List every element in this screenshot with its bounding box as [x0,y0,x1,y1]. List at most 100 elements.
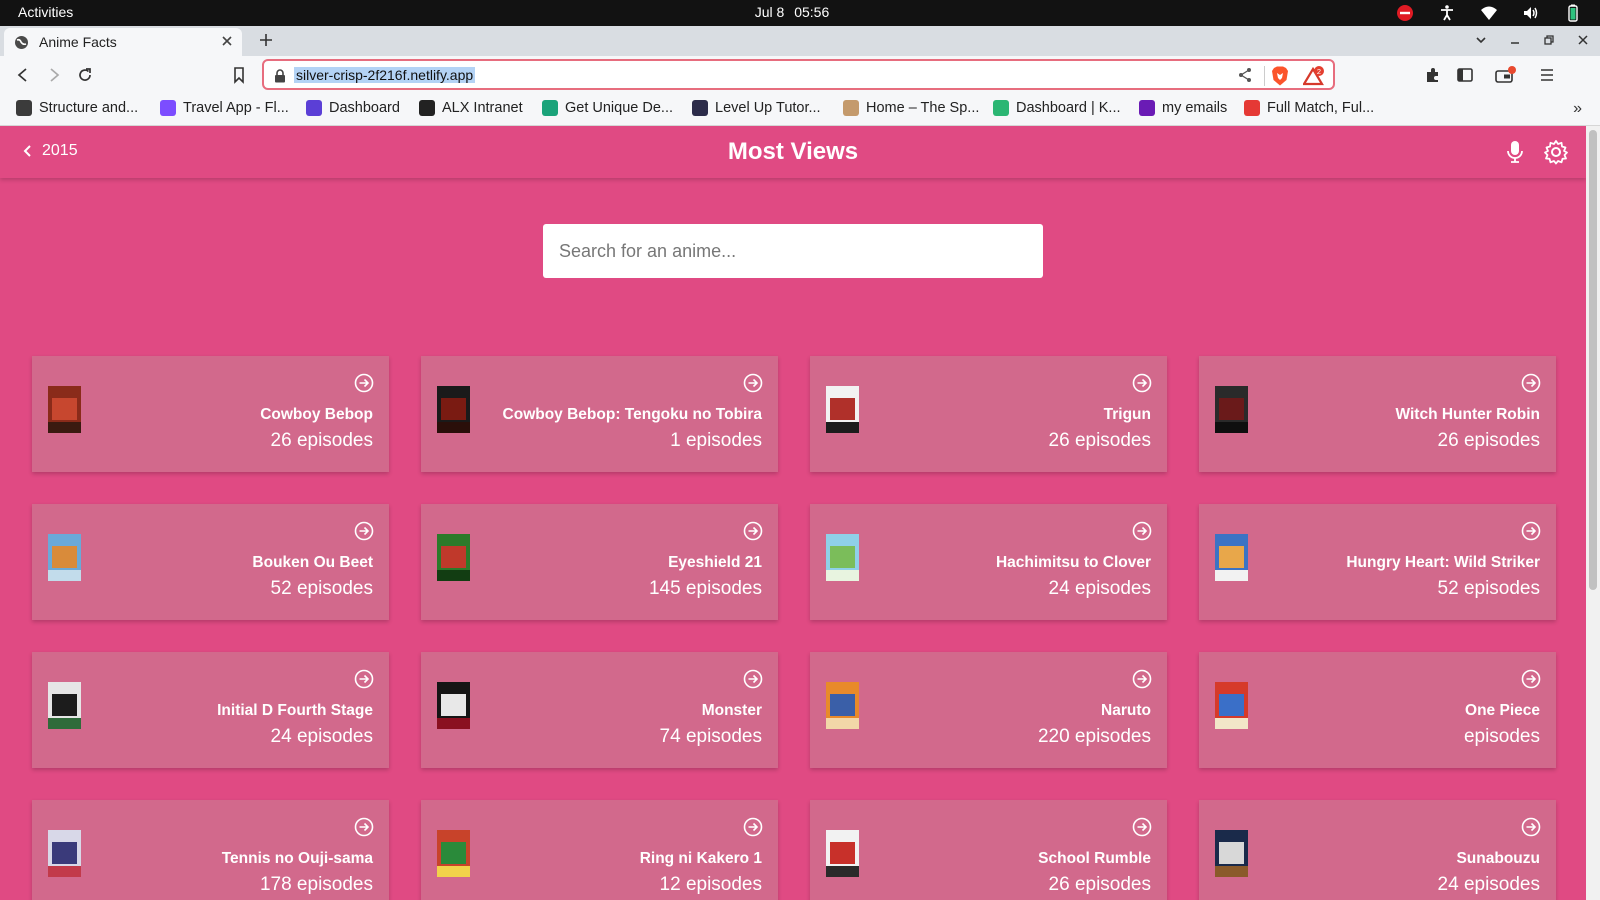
episode-count: 178 episodes [259,874,373,895]
share-icon[interactable] [1237,67,1253,83]
arrow-circle-right-icon[interactable] [1521,521,1541,541]
episode-count: 24 episodes [270,726,373,747]
bookmark-favicon-icon [843,100,859,116]
bookmark-item[interactable]: Level Up Tutor... [692,100,821,116]
minimize-icon[interactable] [1508,33,1522,47]
bookmark-item[interactable]: Full Match, Ful... [1244,100,1374,116]
sidebar-icon[interactable] [1456,66,1474,84]
bookmark-item[interactable]: my emails [1139,100,1227,116]
battery-icon[interactable] [1564,4,1582,22]
accessibility-icon[interactable] [1438,4,1456,22]
anime-card[interactable]: Hachimitsu to Clover 24 episodes [810,504,1167,620]
arrow-circle-right-icon[interactable] [354,521,374,541]
anime-card[interactable]: Monster 74 episodes [421,652,778,768]
anime-title: Sunabouzu [1456,850,1540,867]
brave-rewards-icon[interactable]: 2 [1303,66,1325,86]
anime-card[interactable]: Naruto 220 episodes [810,652,1167,768]
anime-card[interactable]: Bouken Ou Beet 52 episodes [32,504,389,620]
anime-cover-image [826,386,859,433]
do-not-disturb-icon[interactable] [1396,4,1414,22]
bookmark-item[interactable]: Get Unique De... [542,100,673,116]
anime-card[interactable]: One Piece episodes [1199,652,1556,768]
anime-card[interactable]: Cowboy Bebop 26 episodes [32,356,389,472]
arrow-circle-right-icon[interactable] [354,669,374,689]
bookmark-label: Get Unique De... [565,100,673,116]
anime-title: Hachimitsu to Clover [995,554,1151,571]
system-tray[interactable] [1396,4,1582,22]
lock-icon[interactable] [274,69,286,83]
anime-card[interactable]: Sunabouzu 24 episodes [1199,800,1556,900]
arrow-circle-right-icon[interactable] [1132,817,1152,837]
bookmark-label: Full Match, Ful... [1267,100,1375,116]
volume-icon[interactable] [1522,4,1540,22]
bookmark-item[interactable]: ALX Intranet [419,100,523,116]
close-window-icon[interactable] [1576,33,1590,47]
more-bookmarks-chevron[interactable]: » [1573,100,1582,118]
arrow-circle-right-icon[interactable] [1521,669,1541,689]
tab-strip: Anime Facts [0,26,1600,56]
anime-title: Naruto [1101,702,1151,719]
bookmark-item[interactable]: Dashboard [306,100,400,116]
anime-title: Tennis no Ouji-sama [221,850,373,867]
bookmark-icon[interactable] [230,66,248,84]
anime-card[interactable]: School Rumble 26 episodes [810,800,1167,900]
episode-count: 24 episodes [1437,874,1540,895]
arrow-circle-right-icon[interactable] [1521,373,1541,393]
tab-list-chevron-icon[interactable] [1474,33,1488,47]
restore-icon[interactable] [1542,33,1556,47]
arrow-circle-right-icon[interactable] [743,817,763,837]
bookmark-item[interactable]: Dashboard | K... [993,100,1121,116]
episode-count: 26 episodes [1437,430,1540,451]
gear-icon[interactable] [1543,139,1569,165]
anime-cover-image [48,830,81,877]
episode-count: 26 episodes [1048,430,1151,451]
brave-shields-icon[interactable] [1271,66,1289,86]
new-tab-icon[interactable] [258,32,274,48]
address-bar[interactable]: silver-crisp-2f216f.netlify.app 2 [262,59,1335,90]
arrow-circle-right-icon[interactable] [743,521,763,541]
reload-icon[interactable] [76,66,94,84]
microphone-icon[interactable] [1506,140,1524,164]
back-arrow-icon[interactable] [14,66,32,84]
anime-cover-image [1215,682,1248,729]
web-page: 2015 Most Views Cowboy Bebop26 episodesC… [0,126,1586,900]
anime-card[interactable]: Ring ni Kakero 1 12 episodes [421,800,778,900]
arrow-circle-right-icon[interactable] [1521,817,1541,837]
arrow-circle-right-icon[interactable] [1132,521,1152,541]
anime-cover-image [48,682,81,729]
url-text[interactable]: silver-crisp-2f216f.netlify.app [294,67,476,83]
clock[interactable]: Jul 8 05:56 [0,4,1584,20]
wifi-icon[interactable] [1480,4,1498,22]
brave-wallet-icon[interactable] [1495,66,1517,84]
arrow-circle-right-icon[interactable] [354,817,374,837]
arrow-circle-right-icon[interactable] [354,373,374,393]
page-title: Most Views [727,138,859,165]
extensions-puzzle-icon[interactable] [1424,66,1442,84]
page-scrollbar[interactable] [1586,126,1600,900]
browser-toolbar: silver-crisp-2f216f.netlify.app 2 [0,56,1600,94]
anime-card[interactable]: Trigun 26 episodes [810,356,1167,472]
arrow-circle-right-icon[interactable] [743,669,763,689]
bookmark-item[interactable]: Structure and... [16,100,138,116]
arrow-circle-right-icon[interactable] [1132,373,1152,393]
bookmark-label: my emails [1162,100,1228,116]
search-input[interactable] [543,224,1043,278]
tab-anime-facts[interactable]: Anime Facts [4,28,242,56]
anime-card[interactable]: Witch Hunter Robin 26 episodes [1199,356,1556,472]
scrollbar-thumb[interactable] [1589,130,1597,590]
anime-card[interactable]: Tennis no Ouji-sama 178 episodes [32,800,389,900]
close-tab-icon[interactable] [220,34,234,48]
anime-cover-image [826,682,859,729]
anime-card[interactable]: Initial D Fourth Stage 24 episodes [32,652,389,768]
episode-count: 52 episodes [1437,578,1540,599]
bookmark-item[interactable]: Home – The Sp... [843,100,979,116]
anime-card[interactable]: Cowboy Bebop: Tengoku no Tobira 1 episode… [421,356,778,472]
arrow-circle-right-icon[interactable] [1132,669,1152,689]
bookmark-item[interactable]: Travel App - Fl... [160,100,289,116]
anime-grid: Cowboy Bebop 26 episodes Cowboy Bebop: Ten… [32,356,1556,900]
anime-card[interactable]: Eyeshield 21 145 episodes [421,504,778,620]
menu-icon[interactable] [1538,66,1556,84]
forward-arrow-icon[interactable] [45,66,63,84]
anime-card[interactable]: Hungry Heart: Wild Striker 52 episodes [1199,504,1556,620]
arrow-circle-right-icon[interactable] [743,373,763,393]
